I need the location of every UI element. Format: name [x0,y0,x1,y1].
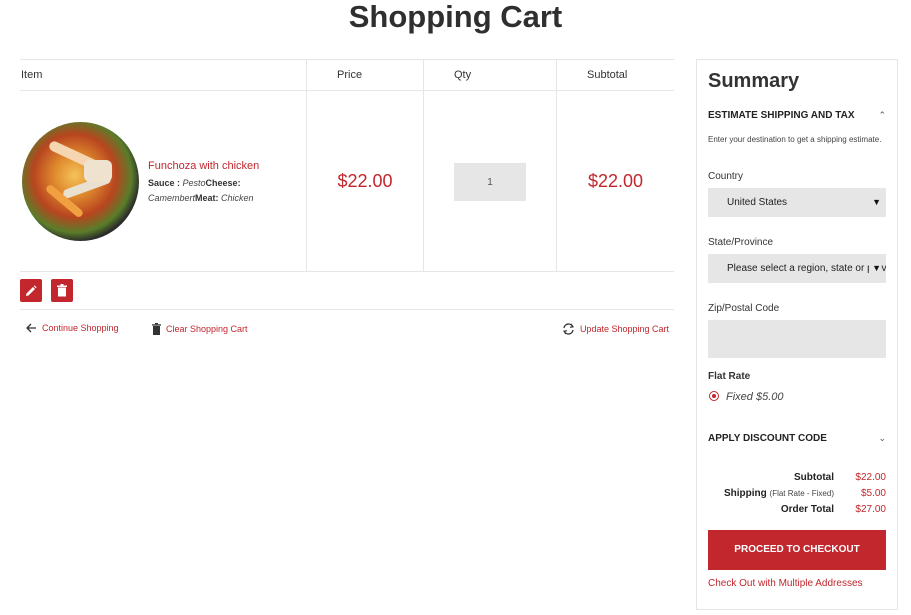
order-summary: Summary ESTIMATE SHIPPING AND TAX ⌃ Ente… [696,59,898,610]
discount-code-label: APPLY DISCOUNT CODE [708,433,827,444]
chevron-up-icon: ⌃ [878,110,886,120]
shipping-hint: Enter your destination to get a shipping… [708,135,882,144]
totals: Subtotal $22.00 Shipping (Flat Rate - Fi… [708,470,886,518]
country-value: United States [727,197,788,208]
trash-icon [57,284,67,297]
arrow-left-icon [26,323,36,333]
continue-shopping-link[interactable]: Continue Shopping [26,323,119,333]
flat-rate-radio[interactable] [709,391,719,401]
order-total-row: Order Total $27.00 [708,502,886,518]
table-row: Funchoza with chicken Sauce : PestoChees… [20,91,674,272]
country-label: Country [708,171,744,182]
clear-cart-link[interactable]: Clear Shopping Cart [152,323,248,335]
state-value: Please select a region, state or provinc… [727,263,886,274]
update-cart-link[interactable]: Update Shopping Cart [562,323,669,335]
subtotal-value: $22.00 [855,472,886,483]
order-total-label: Order Total [780,504,834,515]
caret-down-icon: ▼ [869,254,881,283]
estimate-shipping-toggle[interactable]: ESTIMATE SHIPPING AND TAX ⌃ [708,110,886,121]
header-qty: Qty [423,60,556,90]
caret-down-icon: ▼ [869,188,881,217]
multiple-addresses-link[interactable]: Check Out with Multiple Addresses [708,578,863,589]
continue-shopping-label: Continue Shopping [42,323,119,333]
delete-item-button[interactable] [51,279,73,302]
pencil-icon [26,284,37,296]
flat-rate-option[interactable]: Fixed $5.00 [726,391,783,403]
product-options: Sauce : PestoCheese: CamembertMeat: Chic… [148,176,263,206]
option-label-meat: Meat: [195,193,219,203]
option-label-cheese: Cheese: [205,178,241,188]
subtotal-row: Subtotal $22.00 [708,470,886,486]
shipping-value: $5.00 [860,488,886,499]
option-value-cheese: Camembert [148,193,196,203]
item-price: $22.00 [306,91,423,271]
shipping-label: Shipping [723,488,767,499]
product-image[interactable] [22,122,139,241]
summary-title: Summary [708,70,800,92]
cart-links: Continue Shopping Clear Shopping Cart Up… [20,323,674,343]
option-value-sauce: Pesto [182,178,206,188]
option-label-sauce: Sauce : [148,178,181,188]
order-total-value: $27.00 [855,504,886,515]
zip-label: Zip/Postal Code [708,303,780,314]
header-subtotal: Subtotal [556,60,674,90]
header-price: Price [306,60,423,90]
clear-cart-label: Clear Shopping Cart [166,324,248,334]
qty-input[interactable] [454,163,526,201]
update-cart-label: Update Shopping Cart [579,324,669,334]
edit-item-button[interactable] [20,279,42,302]
page-title: Shopping Cart [348,0,563,34]
zip-input[interactable] [708,320,886,358]
qty-cell [423,91,556,271]
cart-table: Item Price Qty Subtotal Funchoza with ch… [20,59,674,310]
flat-rate-label: Flat Rate [708,371,751,382]
product-name-link[interactable]: Funchoza with chicken [148,160,259,172]
table-header: Item Price Qty Subtotal [20,59,674,91]
trash-icon [152,323,161,335]
proceed-to-checkout-button[interactable]: PROCEED TO CHECKOUT [708,530,886,570]
estimate-shipping-label: ESTIMATE SHIPPING AND TAX [708,110,855,121]
header-item: Item [21,69,43,81]
refresh-icon [562,323,574,335]
shipping-note: (Flat Rate - Fixed) [769,489,834,498]
state-label: State/Province [708,237,774,248]
state-select[interactable]: Please select a region, state or provinc… [708,254,886,283]
discount-code-toggle[interactable]: APPLY DISCOUNT CODE ⌄ [708,433,886,444]
chevron-down-icon: ⌄ [878,433,886,443]
item-actions [20,272,674,310]
item-cell: Funchoza with chicken Sauce : PestoChees… [20,91,306,271]
item-subtotal: $22.00 [556,91,674,271]
option-value-meat: Chicken [221,193,254,203]
shipping-row: Shipping (Flat Rate - Fixed) $5.00 [708,486,886,502]
country-select[interactable]: United States ▼ [708,188,886,217]
subtotal-label: Subtotal [794,472,834,483]
